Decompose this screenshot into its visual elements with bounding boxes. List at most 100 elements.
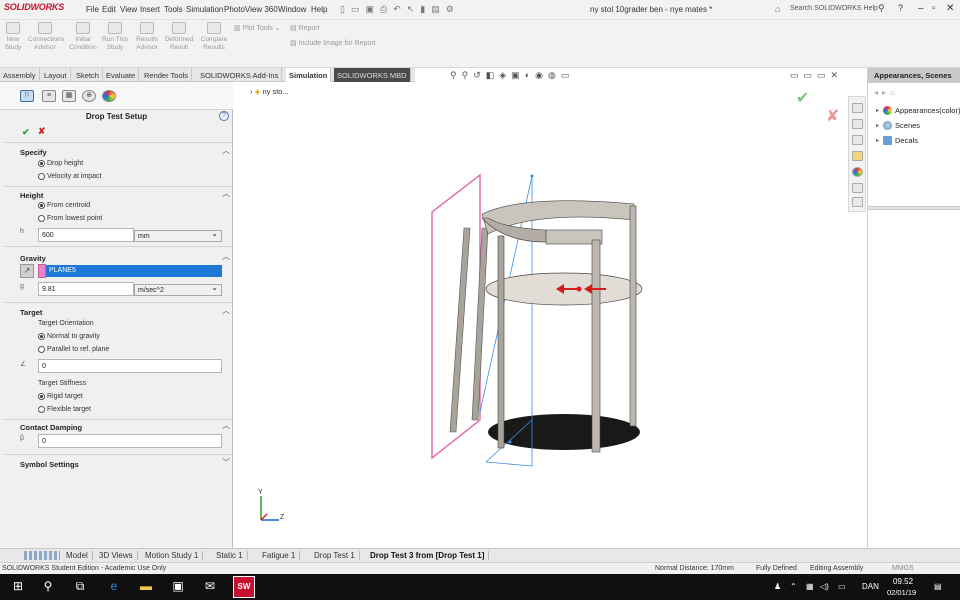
include-image-button[interactable]: ▧ Include Image for Report xyxy=(290,39,376,47)
radio-button-icon[interactable] xyxy=(38,215,45,222)
menu-simulation[interactable]: Simulation xyxy=(186,5,223,14)
plot-tools-button[interactable]: ▥ Plot Tools ⌄ xyxy=(234,24,281,32)
tab-fatigue[interactable]: Fatigue 1 xyxy=(258,551,301,560)
radio-button-icon[interactable] xyxy=(38,333,45,340)
resources-icon[interactable] xyxy=(852,103,863,113)
save-icon[interactable]: ▣ xyxy=(365,4,380,14)
tab-static[interactable]: Static 1 xyxy=(212,551,248,560)
action-center-icon[interactable]: ▤ xyxy=(934,582,942,591)
select-icon[interactable]: ↖ xyxy=(407,4,421,14)
radio-velocity-at-impact[interactable]: Velocity at impact xyxy=(38,173,101,180)
language-indicator[interactable]: DAN xyxy=(862,582,879,591)
custom-properties-icon[interactable] xyxy=(852,183,863,193)
section-contact-damping-title[interactable]: Contact Damping xyxy=(20,423,82,432)
tab-layout[interactable]: Layout xyxy=(41,68,71,82)
store-icon[interactable]: ▣ xyxy=(168,579,188,593)
open-icon[interactable]: ▭ xyxy=(351,4,366,14)
display-manager-tab-icon[interactable] xyxy=(102,90,116,102)
units-selector[interactable]: MMGS xyxy=(892,565,914,572)
target-angle-input[interactable]: 0 xyxy=(38,359,222,373)
section-target-title[interactable]: Target xyxy=(20,308,42,317)
gravity-direction-icon[interactable]: ↗ xyxy=(20,264,34,278)
feature-manager-tab-icon[interactable]: ⚐ xyxy=(20,90,34,102)
section-specify-title[interactable]: Specify xyxy=(20,148,47,157)
file-properties-icon[interactable]: ▤ xyxy=(431,4,446,14)
gravity-value-input[interactable]: 9.81 xyxy=(38,282,134,296)
edge-browser-icon[interactable]: e xyxy=(104,579,124,593)
radio-rigid-target[interactable]: Rigid target xyxy=(38,393,83,400)
chevron-up-icon[interactable]: ︿ xyxy=(222,251,230,262)
property-manager-tab-icon[interactable]: ≡ xyxy=(42,90,56,102)
home-icon[interactable]: ⌂ xyxy=(890,88,899,97)
hide-show-icon[interactable]: ◐ xyxy=(525,70,535,80)
gravity-unit-select[interactable]: m/sec^2 xyxy=(134,283,222,296)
radio-from-centroid[interactable]: From centroid xyxy=(38,202,90,209)
chevron-up-icon[interactable]: ︿ xyxy=(222,145,230,156)
heads-up-view-toolbar[interactable]: ⚲⚲↺◧◈▣◐◉◍▭ xyxy=(450,70,574,81)
rebuild-icon[interactable]: ▮ xyxy=(420,4,431,14)
close-button[interactable]: ✕ xyxy=(946,3,954,14)
new-study-button[interactable]: New Study xyxy=(0,22,26,52)
radio-from-lowest-point[interactable]: From lowest point xyxy=(38,215,102,222)
connections-advisor-button[interactable]: Connections Advisor xyxy=(28,22,64,52)
radio-flexible-target[interactable]: Flexible target xyxy=(38,406,91,413)
tab-evaluate[interactable]: Evaluate xyxy=(103,68,140,82)
tab-assembly[interactable]: Assembly xyxy=(0,68,40,82)
chair-model-view[interactable] xyxy=(234,82,866,548)
menu-tools[interactable]: Tools xyxy=(164,5,183,14)
expand-arrow-icon[interactable]: ▸ xyxy=(876,107,879,114)
forward-icon[interactable]: ▸ xyxy=(882,88,890,97)
keyboard-icon[interactable]: ▭ xyxy=(838,582,846,591)
tab-motion-study[interactable]: Motion Study 1 xyxy=(141,551,204,560)
ok-button[interactable]: ✔ xyxy=(22,127,30,138)
search-icon[interactable]: ⚲ xyxy=(878,3,885,14)
menu-photoview[interactable]: PhotoView 360 xyxy=(224,5,278,14)
edit-appearance-icon[interactable]: ◉ xyxy=(535,70,548,80)
menu-help[interactable]: Help xyxy=(311,5,327,14)
undo-icon[interactable]: ↶ xyxy=(393,4,407,14)
tab-scroll-arrows[interactable] xyxy=(24,551,60,560)
cancel-button[interactable]: ✘ xyxy=(38,126,46,137)
file-explorer-icon[interactable] xyxy=(852,135,863,145)
design-library-icon[interactable] xyxy=(852,119,863,129)
tree-item-appearances[interactable]: ▸ Appearances(color) xyxy=(876,106,960,115)
contact-damping-input[interactable]: 0 xyxy=(38,434,222,448)
help-icon[interactable]: ? xyxy=(219,111,229,121)
clock-date[interactable]: 02/01/19 xyxy=(887,588,916,597)
people-icon[interactable]: ♟ xyxy=(774,582,781,591)
initial-condition-button[interactable]: Initial Condition xyxy=(66,22,100,52)
minimize-button[interactable]: – xyxy=(918,3,924,14)
scene-icon[interactable]: ◍ xyxy=(548,70,561,80)
tab-simulation[interactable]: Simulation xyxy=(286,68,332,82)
zoom-to-fit-icon[interactable]: ⚲ xyxy=(450,70,462,80)
windows-start-icon[interactable]: ⊞ xyxy=(8,579,28,593)
tab-drop-test-3[interactable]: Drop Test 3 from [Drop Test 1] xyxy=(366,551,490,560)
maximize-icon[interactable]: ▭ xyxy=(817,70,831,80)
view-settings-icon[interactable]: ▭ xyxy=(561,70,575,80)
appearances-icon[interactable] xyxy=(852,167,863,177)
radio-parallel-to-plane[interactable]: Parallel to ref. plane xyxy=(38,346,109,353)
height-unit-select[interactable]: mm xyxy=(134,229,222,242)
new-icon[interactable]: ▯ xyxy=(340,4,351,14)
view-palette-icon[interactable] xyxy=(852,151,863,161)
menu-view[interactable]: View xyxy=(120,5,137,14)
configuration-manager-tab-icon[interactable]: ▦ xyxy=(62,90,76,102)
radio-button-icon[interactable] xyxy=(38,202,45,209)
previous-view-icon[interactable]: ↺ xyxy=(473,70,486,80)
tray-chevron-icon[interactable]: ⌃ xyxy=(790,582,797,591)
tab-model[interactable]: Model xyxy=(62,551,93,560)
section-view-icon[interactable]: ◧ xyxy=(486,70,500,80)
compare-results-button[interactable]: Compare Results xyxy=(198,22,230,52)
display-style-icon[interactable]: ▣ xyxy=(511,70,525,80)
solidworks-taskbar-icon[interactable]: SW xyxy=(233,576,255,598)
chevron-up-icon[interactable]: ︿ xyxy=(222,420,230,431)
results-advisor-button[interactable]: Results Advisor xyxy=(132,22,162,52)
tree-item-scenes[interactable]: ▸ Scenes xyxy=(876,121,920,130)
deformed-result-button[interactable]: Deformed Result xyxy=(162,22,196,52)
expand-arrow-icon[interactable]: ▸ xyxy=(876,137,879,144)
help-icon[interactable]: ? xyxy=(898,3,903,13)
radio-button-icon[interactable] xyxy=(38,346,45,353)
tab-render-tools[interactable]: Render Tools xyxy=(141,68,193,82)
task-pane-toolbar[interactable]: ◂▸⌂ xyxy=(874,88,899,97)
pane-splitter[interactable] xyxy=(868,206,960,210)
